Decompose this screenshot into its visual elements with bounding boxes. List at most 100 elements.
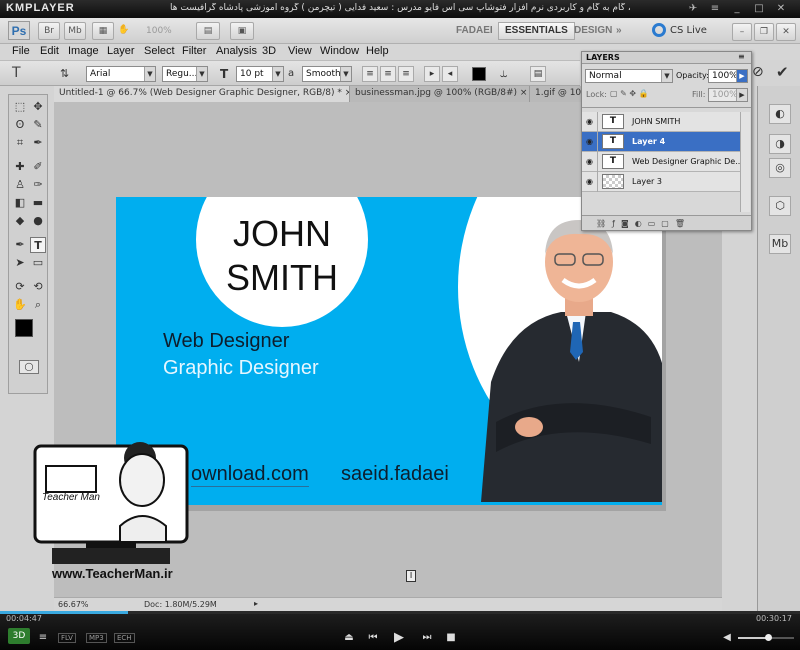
dodge-tool-icon[interactable]: ● bbox=[30, 213, 46, 229]
commit-left-icon[interactable]: ▸ bbox=[424, 66, 440, 82]
gradient-tool-icon[interactable]: ▬ bbox=[30, 195, 46, 211]
font-style-select[interactable]: Regu... ▼ bbox=[162, 66, 208, 82]
close-tab-icon[interactable]: × bbox=[520, 88, 528, 98]
minibridge-panel-icon[interactable]: Mb bbox=[769, 234, 791, 254]
text-color-swatch[interactable] bbox=[472, 67, 486, 81]
menu-help[interactable]: Help bbox=[366, 45, 389, 57]
warp-text-icon[interactable]: ⥿ bbox=[500, 66, 507, 81]
panel-menu-icon[interactable]: ≡ bbox=[738, 52, 745, 61]
brush-tool-icon[interactable]: ✐ bbox=[30, 159, 46, 175]
tab-1-gif[interactable]: 1.gif @ 10 bbox=[530, 86, 582, 102]
font-size-select[interactable]: 10 pt ▼ bbox=[236, 66, 284, 82]
type-tool-icon[interactable]: T bbox=[30, 237, 46, 253]
3d-orbit-icon[interactable]: ⟲ bbox=[30, 279, 46, 295]
toggle-orientation-icon[interactable]: ⇅ bbox=[60, 67, 69, 80]
settings-icon[interactable]: ≡ bbox=[708, 2, 722, 15]
minimize-icon[interactable]: _ bbox=[730, 2, 744, 15]
align-right-icon[interactable]: ≡ bbox=[398, 66, 414, 82]
path-select-icon[interactable]: ➤ bbox=[12, 255, 28, 271]
screen-mode-button[interactable]: ▣ bbox=[230, 22, 254, 40]
opacity-input[interactable]: 100% ▶ bbox=[708, 69, 748, 83]
3d-panel-icon[interactable]: ⬡ bbox=[769, 196, 791, 216]
minimize-button[interactable]: – bbox=[732, 23, 752, 41]
restore-button[interactable]: ❐ bbox=[754, 23, 774, 41]
foreground-color-swatch[interactable] bbox=[15, 319, 33, 337]
character-panel-icon[interactable]: ▤ bbox=[530, 66, 546, 82]
menu-filter[interactable]: Filter bbox=[182, 45, 206, 57]
zoom-level[interactable]: 100% bbox=[146, 26, 172, 36]
workspace-more[interactable]: » bbox=[616, 22, 622, 40]
badge-ech[interactable]: ECH bbox=[114, 633, 135, 643]
volume-handle[interactable] bbox=[765, 634, 772, 641]
crop-tool-icon[interactable]: ⌗ bbox=[12, 135, 28, 151]
blend-mode-select[interactable]: Normal ▼ bbox=[585, 69, 673, 83]
close-icon[interactable]: ✕ bbox=[774, 2, 788, 15]
align-left-icon[interactable]: ≡ bbox=[362, 66, 378, 82]
close-button[interactable]: ✕ bbox=[776, 23, 796, 41]
eye-icon[interactable]: ◉ bbox=[582, 112, 598, 132]
lasso-tool-icon[interactable]: ʘ bbox=[12, 117, 28, 133]
workspace-essentials[interactable]: ESSENTIALS bbox=[498, 22, 575, 40]
menu-select[interactable]: Select bbox=[144, 45, 175, 57]
menu-layer[interactable]: Layer bbox=[107, 45, 135, 57]
menu-analysis[interactable]: Analysis bbox=[216, 45, 257, 57]
layer-row[interactable]: ◉ T Layer 4 bbox=[582, 132, 740, 152]
adjustments-panel-icon[interactable]: ◑ bbox=[769, 134, 791, 154]
bridge-button[interactable]: Br bbox=[38, 22, 60, 40]
color-panel-icon[interactable]: ◐ bbox=[769, 104, 791, 124]
healing-brush-icon[interactable]: ✚ bbox=[12, 159, 28, 175]
quick-select-icon[interactable]: ✎ bbox=[30, 117, 46, 133]
volume-icon[interactable]: ◀ bbox=[718, 630, 736, 646]
menu-edit[interactable]: Edit bbox=[40, 45, 59, 57]
eye-icon[interactable]: ◉ bbox=[582, 152, 598, 172]
play-icon[interactable]: ▶ bbox=[390, 630, 408, 646]
shape-tool-icon[interactable]: ▭ bbox=[30, 255, 46, 271]
blur-tool-icon[interactable]: ◆ bbox=[12, 213, 28, 229]
quick-mask-icon[interactable]: ◯ bbox=[19, 360, 39, 374]
tab-untitled-1[interactable]: Untitled-1 @ 66.7% (Web Designer Graphic… bbox=[54, 86, 350, 102]
cs-live-button[interactable]: CS Live bbox=[670, 25, 707, 36]
cancel-icon[interactable]: ⊘ bbox=[752, 64, 764, 80]
eye-icon[interactable]: ◉ bbox=[582, 132, 598, 152]
pen-tool-icon[interactable]: ✒ bbox=[12, 237, 28, 253]
layer-row[interactable]: ◉ T JOHN SMITH bbox=[582, 112, 740, 132]
eject-icon[interactable]: ⏏ bbox=[340, 630, 358, 646]
layer-row[interactable]: ◉ Layer 3 bbox=[582, 172, 740, 192]
badge-flv[interactable]: FLV bbox=[58, 633, 76, 643]
fill-input[interactable]: 100% ▶ bbox=[708, 88, 748, 102]
history-brush-icon[interactable]: ✑ bbox=[30, 177, 46, 193]
playlist-icon[interactable]: ≡ bbox=[34, 630, 52, 646]
zoom-tool-icon[interactable]: ⌕ bbox=[30, 297, 46, 313]
antialias-select[interactable]: Smooth ▼ bbox=[302, 66, 352, 82]
layer-row[interactable]: ◉ T Web Designer Graphic De... bbox=[582, 152, 743, 172]
next-icon[interactable]: ⏭ bbox=[418, 630, 436, 646]
status-zoom[interactable]: 66.67% bbox=[58, 600, 89, 609]
menu-window[interactable]: Window bbox=[320, 45, 359, 57]
maximize-icon[interactable]: □ bbox=[752, 2, 766, 15]
badge-mp3[interactable]: MP3 bbox=[86, 633, 107, 643]
menu-view[interactable]: View bbox=[288, 45, 312, 57]
masks-panel-icon[interactable]: ◎ bbox=[769, 158, 791, 178]
pin-icon[interactable]: ✈ bbox=[686, 2, 700, 15]
arrange-documents-button[interactable]: ▤ bbox=[196, 22, 220, 40]
hand-tool-icon[interactable]: ✋ bbox=[12, 297, 28, 313]
eye-icon[interactable]: ◉ bbox=[582, 172, 598, 192]
business-card-canvas[interactable]: JOHN SMITH Web Designer Graphic Designer… bbox=[116, 197, 662, 505]
commit-icon[interactable]: ✔ bbox=[776, 63, 789, 81]
commit-right-icon[interactable]: ◂ bbox=[442, 66, 458, 82]
font-family-select[interactable]: Arial ▼ bbox=[86, 66, 156, 82]
menu-file[interactable]: File bbox=[12, 45, 30, 57]
workspace-fadaei[interactable]: FADAEI bbox=[456, 22, 493, 40]
3d-mode-button[interactable]: 3D bbox=[8, 628, 30, 644]
marquee-tool-icon[interactable]: ⬚ bbox=[12, 99, 28, 115]
menu-image[interactable]: Image bbox=[68, 45, 99, 57]
tab-businessman[interactable]: businessman.jpg @ 100% (RGB/8#) × bbox=[350, 86, 530, 102]
eraser-tool-icon[interactable]: ◧ bbox=[12, 195, 28, 211]
view-extras-button[interactable]: ▦ bbox=[92, 22, 114, 40]
layers-panel-title[interactable]: LAYERS bbox=[586, 53, 620, 62]
layers-scrollbar[interactable] bbox=[740, 112, 750, 212]
hand-icon[interactable]: ✋ bbox=[118, 25, 129, 35]
workspace-design[interactable]: DESIGN bbox=[574, 22, 612, 40]
previous-icon[interactable]: ⏮ bbox=[364, 630, 382, 646]
type-tool-icon[interactable]: T bbox=[12, 65, 21, 81]
